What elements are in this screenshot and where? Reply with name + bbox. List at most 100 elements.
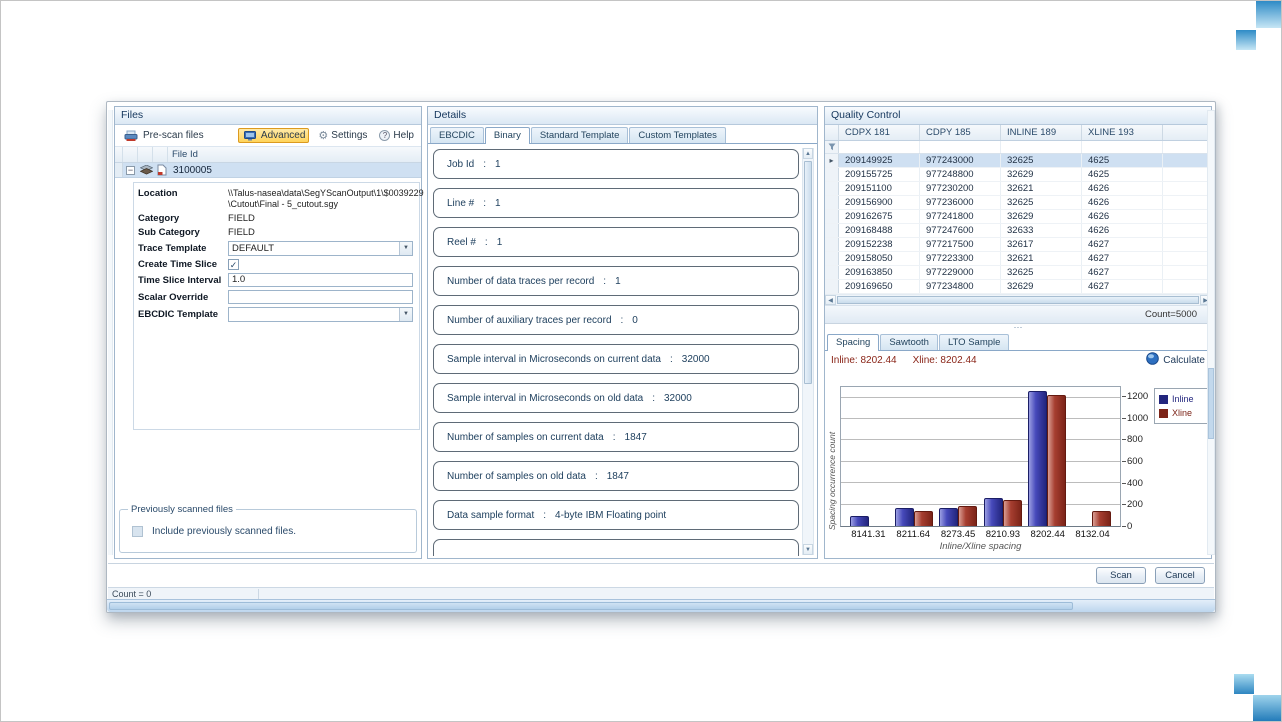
table-cell[interactable]: 4626 [1082,224,1163,237]
settings-button[interactable]: ⚙ Settings [315,129,370,142]
collapse-expander-icon[interactable]: − [126,166,135,175]
table-row[interactable]: 209152238977217500326174627 [825,238,1211,252]
row-header[interactable] [825,280,839,293]
window-bottom-scrollbar[interactable] [107,599,1215,612]
row-header[interactable] [825,182,839,195]
table-row[interactable]: ▸209149925977243000326254625 [825,154,1211,168]
table-cell[interactable]: 4626 [1082,210,1163,223]
help-button[interactable]: ? Help [376,129,417,142]
table-row[interactable]: 209162675977241800326294626 [825,210,1211,224]
row-header[interactable] [825,210,839,223]
scalar-override-field[interactable] [228,290,413,304]
table-cell[interactable]: 209149925 [839,154,920,167]
table-cell[interactable]: 4625 [1082,154,1163,167]
table-cell[interactable]: 32621 [1001,182,1082,195]
table-cell[interactable]: 209169650 [839,280,920,293]
table-cell[interactable]: 209168488 [839,224,920,237]
table-row[interactable]: 209151100977230200326214626 [825,182,1211,196]
row-header[interactable] [825,266,839,279]
scroll-left-icon[interactable]: ◀ [825,295,836,305]
table-cell[interactable]: 977243000 [920,154,1001,167]
row-header[interactable] [825,252,839,265]
row-header[interactable] [825,238,839,251]
table-cell[interactable]: 977247600 [920,224,1001,237]
table-cell[interactable]: 4626 [1082,196,1163,209]
file-row[interactable]: − 3100005 [115,163,421,178]
table-cell[interactable]: 209156900 [839,196,920,209]
scroll-up-icon[interactable]: ▲ [803,148,813,159]
column-header-cdpy[interactable]: CDPY 185 [920,125,1001,140]
qc-horizontal-scrollbar[interactable]: ◀ ▶ [825,294,1211,306]
table-cell[interactable]: 4627 [1082,280,1163,293]
table-row[interactable]: 209156900977236000326254626 [825,196,1211,210]
qc-filter-row[interactable] [825,141,1211,154]
table-cell[interactable]: 32633 [1001,224,1082,237]
table-cell[interactable]: 4627 [1082,238,1163,251]
table-row[interactable]: 209155725977248800326294625 [825,168,1211,182]
table-cell[interactable]: 977217500 [920,238,1001,251]
splitter-handle[interactable]: ⋯ [825,324,1211,332]
tab-standard-template[interactable]: Standard Template [531,127,629,143]
table-cell[interactable]: 977248800 [920,168,1001,181]
table-cell[interactable]: 977241800 [920,210,1001,223]
advanced-button[interactable]: Advanced [238,128,309,143]
ebcdic-template-dropdown[interactable]: ▼ [228,307,413,322]
table-cell[interactable]: 32625 [1001,196,1082,209]
window-left-scrollbar[interactable] [108,110,113,555]
table-cell[interactable]: 32621 [1001,252,1082,265]
table-row[interactable]: 209158050977223300326214627 [825,252,1211,266]
tab-custom-templates[interactable]: Custom Templates [629,127,726,143]
column-header-inline[interactable]: INLINE 189 [1001,125,1082,140]
scan-button[interactable]: Scan [1096,567,1146,584]
table-cell[interactable]: 209158050 [839,252,920,265]
table-cell[interactable]: 209152238 [839,238,920,251]
table-cell[interactable]: 977229000 [920,266,1001,279]
table-cell[interactable]: 32629 [1001,210,1082,223]
table-cell[interactable]: 977230200 [920,182,1001,195]
table-cell[interactable]: 4625 [1082,168,1163,181]
scrollbar-thumb[interactable] [109,602,1073,610]
table-cell[interactable]: 32625 [1001,266,1082,279]
cancel-button[interactable]: Cancel [1155,567,1205,584]
table-cell[interactable]: 209155725 [839,168,920,181]
tab-binary[interactable]: Binary [485,127,530,144]
include-previously-scanned-checkbox[interactable] [132,526,143,537]
row-header[interactable]: ▸ [825,154,839,167]
row-header[interactable] [825,168,839,181]
table-cell[interactable]: 32629 [1001,280,1082,293]
tab-sawtooth[interactable]: Sawtooth [880,334,938,350]
scroll-down-icon[interactable]: ▼ [803,544,813,555]
table-cell[interactable]: 977234800 [920,280,1001,293]
column-header-cdpx[interactable]: CDPX 181 [839,125,920,140]
scrollbar-thumb[interactable] [837,296,1199,304]
chevron-down-icon[interactable]: ▼ [399,308,412,321]
chevron-down-icon[interactable]: ▼ [399,242,412,255]
table-row[interactable]: 209169650977234800326294627 [825,280,1211,294]
table-row[interactable]: 209163850977229000326254627 [825,266,1211,280]
details-scrollbar[interactable]: ▲ ▼ [802,148,814,555]
calculate-button[interactable]: Calculate [1146,352,1205,368]
table-cell[interactable]: 32617 [1001,238,1082,251]
table-cell[interactable]: 977236000 [920,196,1001,209]
scrollbar-thumb[interactable] [1208,368,1214,439]
time-slice-interval-field[interactable]: 1.0 [228,273,413,287]
tab-ebcdic[interactable]: EBCDIC [430,127,484,143]
table-cell[interactable]: 977223300 [920,252,1001,265]
table-cell[interactable]: 209162675 [839,210,920,223]
tab-lto-sample[interactable]: LTO Sample [939,334,1009,350]
file-id-column-header[interactable]: File Id [168,147,421,162]
create-time-slice-checkbox[interactable]: ✓ [228,259,239,270]
table-row[interactable]: 209168488977247600326334626 [825,224,1211,238]
table-cell[interactable]: 4627 [1082,252,1163,265]
row-header[interactable] [825,224,839,237]
table-cell[interactable]: 209163850 [839,266,920,279]
column-header-xline[interactable]: XLINE 193 [1082,125,1163,140]
table-cell[interactable]: 4627 [1082,266,1163,279]
prescan-files-button[interactable]: Pre-scan files [119,129,207,143]
table-cell[interactable]: 4626 [1082,182,1163,195]
window-vertical-scrollbar[interactable] [1207,110,1215,555]
table-cell[interactable]: 32629 [1001,168,1082,181]
scrollbar-thumb[interactable] [804,161,812,384]
row-header[interactable] [825,196,839,209]
table-cell[interactable]: 209151100 [839,182,920,195]
